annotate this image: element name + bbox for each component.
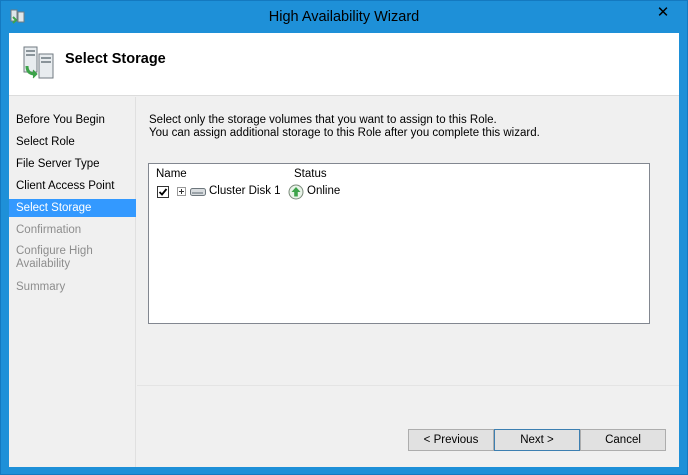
disk-icon <box>190 187 206 197</box>
column-header-name[interactable]: Name <box>156 168 187 180</box>
instructions: Select only the storage volumes that you… <box>149 114 540 140</box>
title-bar[interactable]: High Availability Wizard ✕ <box>1 1 687 33</box>
disk-checkbox[interactable] <box>157 186 169 198</box>
instruction-line-1: Select only the storage volumes that you… <box>149 114 497 126</box>
expand-icon[interactable] <box>177 187 186 196</box>
cluster-role-icon <box>21 44 59 82</box>
step-configure-high-availability: Configure High Availability <box>16 245 93 270</box>
window-title: High Availability Wizard <box>268 9 420 25</box>
online-status-icon <box>288 184 304 200</box>
wizard-footer: < Previous Next > Cancel <box>137 385 679 467</box>
step-before-you-begin[interactable]: Before You Begin <box>9 114 136 127</box>
wizard-window: High Availability Wizard ✕ Select Storag… <box>0 0 688 475</box>
step-confirmation: Confirmation <box>16 224 82 236</box>
step-file-server-type[interactable]: File Server Type <box>9 158 136 171</box>
close-icon[interactable]: ✕ <box>649 3 677 25</box>
disk-name: Cluster Disk 1 <box>209 185 281 197</box>
wizard-header: Select Storage <box>9 33 679 96</box>
instruction-line-2: You can assign additional storage to thi… <box>149 127 540 139</box>
step-select-storage[interactable]: Select Storage <box>9 199 136 217</box>
column-header-status[interactable]: Status <box>294 168 327 180</box>
wizard-body: Select Storage Before You Begin Select R… <box>9 33 679 467</box>
previous-button[interactable]: < Previous <box>408 429 494 451</box>
cancel-button[interactable]: Cancel <box>580 429 666 451</box>
storage-list[interactable]: Name Status Cluster Disk 1 Online <box>148 163 650 324</box>
next-button[interactable]: Next > <box>494 429 580 451</box>
disk-status: Online <box>307 185 341 197</box>
step-select-role[interactable]: Select Role <box>9 136 136 149</box>
step-client-access-point[interactable]: Client Access Point <box>9 180 136 193</box>
list-item[interactable]: Cluster Disk 1 Online <box>149 184 649 200</box>
step-summary: Summary <box>16 281 66 293</box>
wizard-steps: Before You Begin Select Role File Server… <box>9 97 136 467</box>
page-title: Select Storage <box>65 51 166 67</box>
